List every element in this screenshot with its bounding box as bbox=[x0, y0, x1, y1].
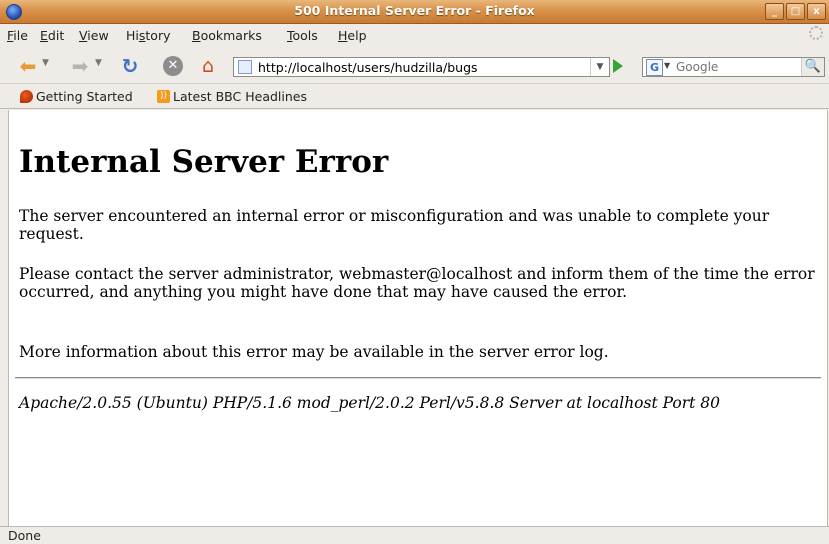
page-content: Internal Server Error The server encount… bbox=[8, 110, 828, 526]
go-icon[interactable] bbox=[613, 59, 623, 73]
google-engine-icon[interactable]: G bbox=[646, 59, 663, 76]
menu-help[interactable]: Help bbox=[338, 28, 367, 43]
activity-throbber-icon bbox=[809, 26, 823, 40]
menu-file[interactable]: File bbox=[7, 28, 28, 43]
maximize-button[interactable]: □ bbox=[786, 3, 805, 20]
close-button[interactable]: x bbox=[807, 3, 826, 20]
forward-arrow-icon[interactable]: ➡ bbox=[70, 56, 90, 76]
menu-history[interactable]: History bbox=[126, 28, 170, 43]
bookmark-latest-bbc-headlines[interactable]: )) Latest BBC Headlines bbox=[157, 89, 307, 104]
bookmark-getting-started[interactable]: Getting Started bbox=[20, 89, 133, 104]
firefox-icon bbox=[20, 90, 33, 103]
stop-icon[interactable]: ✕ bbox=[163, 56, 183, 76]
status-bar: Done bbox=[0, 526, 829, 544]
status-text: Done bbox=[8, 528, 41, 543]
back-history-dropdown-icon[interactable]: ▼ bbox=[42, 58, 49, 68]
bookmarks-toolbar: Getting Started )) Latest BBC Headlines bbox=[0, 84, 829, 109]
reload-icon[interactable]: ↻ bbox=[120, 56, 140, 76]
home-icon[interactable]: ⌂ bbox=[198, 56, 218, 76]
bookmark-label: Latest BBC Headlines bbox=[173, 89, 307, 104]
window-title: 500 Internal Server Error - Firefox bbox=[294, 3, 535, 18]
url-text[interactable]: http://localhost/users/hudzilla/bugs bbox=[258, 60, 478, 75]
navigation-toolbar: ⬅ ▼ ➡ ▼ ↻ ✕ ⌂ http://localhost/users/hud… bbox=[0, 47, 829, 84]
window-controls: _ □ x bbox=[765, 3, 826, 20]
log-note: More information about this error may be… bbox=[19, 343, 609, 361]
search-bar[interactable]: G ▼ 🔍 bbox=[642, 57, 825, 77]
server-signature: Apache/2.0.55 (Ubuntu) PHP/5.1.6 mod_per… bbox=[19, 394, 721, 412]
error-description: The server encountered an internal error… bbox=[19, 207, 770, 243]
menu-bar: File Edit View History Bookmarks Tools H… bbox=[0, 24, 829, 46]
page-favicon-icon bbox=[238, 60, 252, 74]
page-heading: Internal Server Error bbox=[19, 144, 389, 180]
menu-tools[interactable]: Tools bbox=[287, 28, 318, 43]
rss-icon: )) bbox=[157, 90, 170, 103]
menu-view[interactable]: View bbox=[79, 28, 109, 43]
bookmark-label: Getting Started bbox=[36, 89, 133, 104]
title-bar: 500 Internal Server Error - Firefox _ □ … bbox=[0, 0, 829, 24]
back-arrow-icon[interactable]: ⬅ bbox=[18, 56, 38, 76]
search-input[interactable] bbox=[676, 59, 796, 75]
url-history-dropdown-icon[interactable]: ▼ bbox=[590, 58, 609, 76]
contact-instructions: Please contact the server administrator,… bbox=[19, 265, 815, 301]
forward-history-dropdown-icon[interactable]: ▼ bbox=[95, 58, 102, 68]
url-bar[interactable]: http://localhost/users/hudzilla/bugs ▼ bbox=[233, 57, 610, 77]
divider bbox=[15, 377, 821, 379]
minimize-button[interactable]: _ bbox=[765, 3, 784, 20]
search-icon[interactable]: 🔍 bbox=[801, 58, 824, 76]
search-engine-dropdown-icon[interactable]: ▼ bbox=[664, 61, 670, 70]
menu-edit[interactable]: Edit bbox=[40, 28, 64, 43]
menu-bookmarks[interactable]: Bookmarks bbox=[192, 28, 262, 43]
